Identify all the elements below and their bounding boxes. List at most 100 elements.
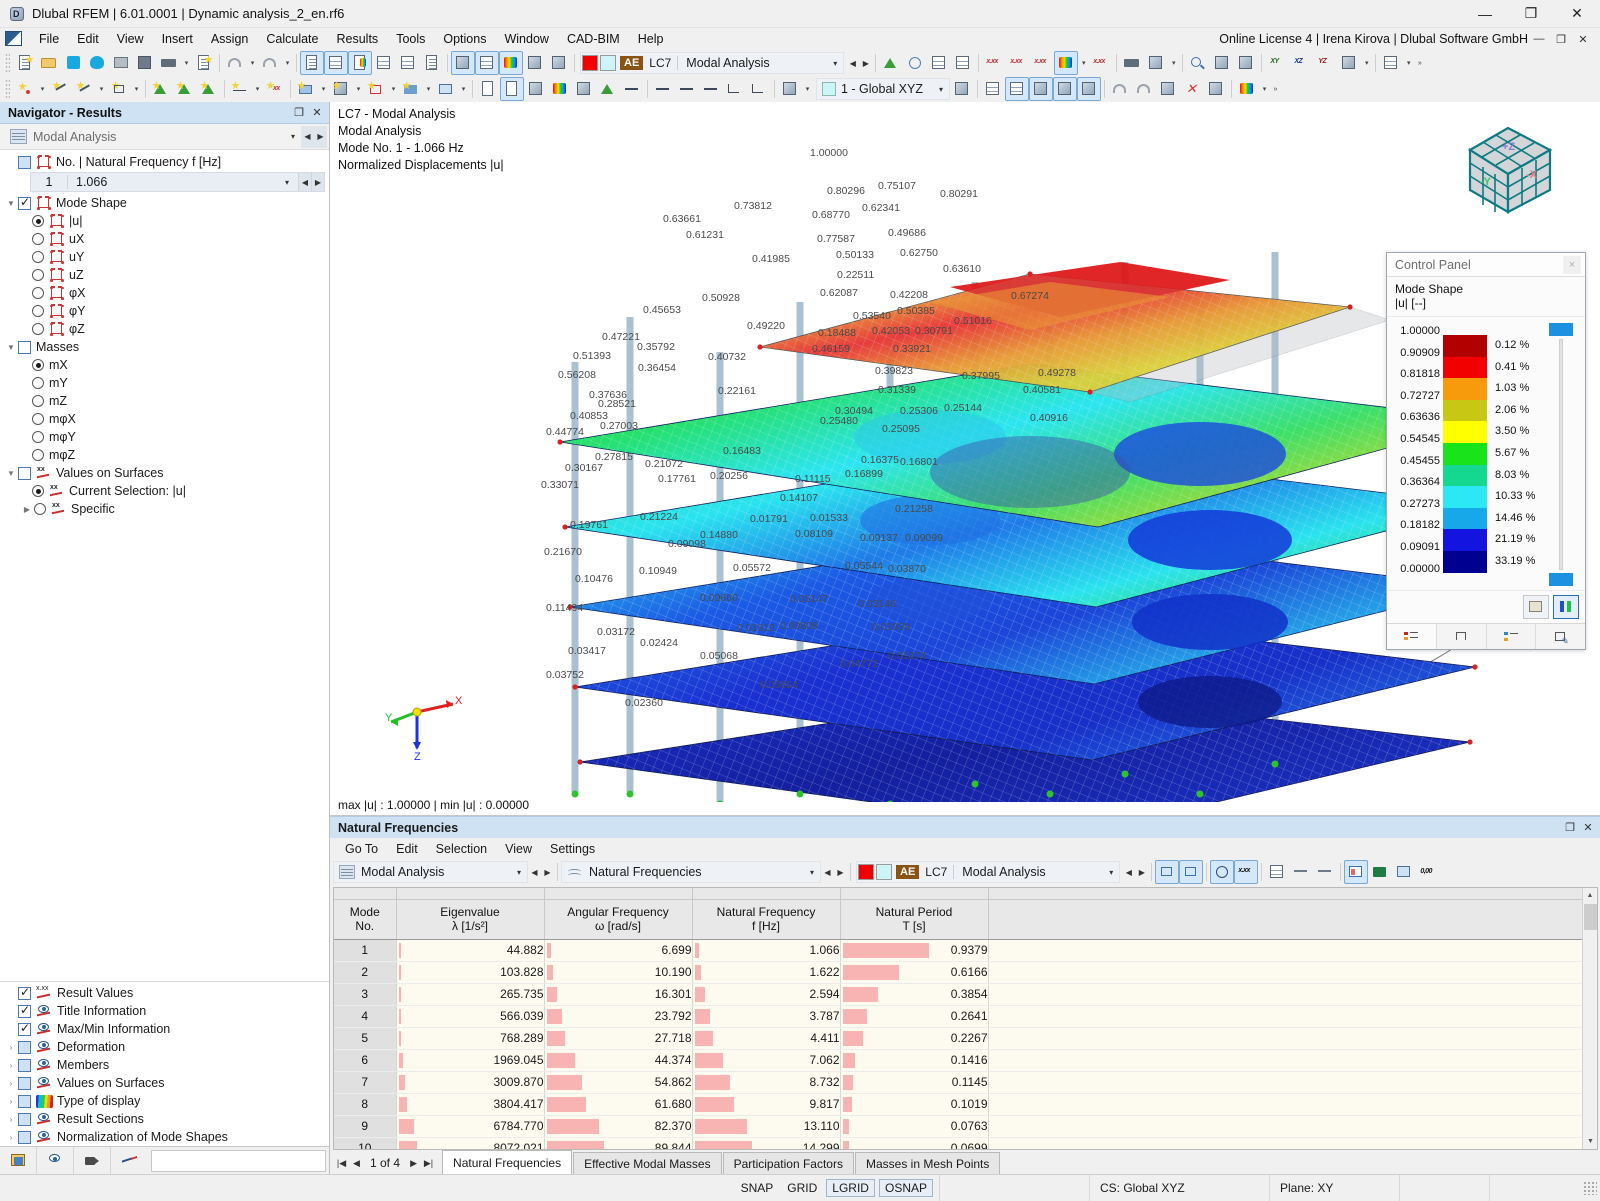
cell-eigenvalue[interactable]: 3804.417 [396,1093,545,1116]
result-values-y-button[interactable]: x.xx [1006,51,1030,75]
view-sections-button[interactable] [547,51,571,75]
table-decimals-button[interactable]: 0,00 [1416,860,1440,884]
cell-natural-period[interactable]: 0.1145 [840,1071,989,1094]
display-expander-icon[interactable]: › [4,1079,18,1088]
control-panel-toggle-button[interactable] [348,51,372,75]
dimension-dropdown-icon[interactable]: ▾ [252,77,263,101]
cell-angular-frequency[interactable]: 27.718 [544,1027,693,1050]
specific-radio[interactable] [34,503,46,515]
tab-effective-modal-masses[interactable]: Effective Modal Masses [573,1152,722,1174]
toolbar-grip[interactable] [5,53,10,73]
legend-swatch[interactable] [1443,529,1487,551]
menu-assign[interactable]: Assign [202,30,258,48]
result-table-button[interactable]: x.xx [1089,51,1113,75]
masses-checkbox[interactable] [18,340,31,354]
print-button[interactable] [157,51,181,75]
tree-item-mode-ux[interactable]: uX [0,230,329,248]
display-expander-icon[interactable]: › [4,1043,18,1052]
cp-tab-filter[interactable] [1487,624,1537,650]
mass-mphix-radio[interactable] [32,413,44,425]
table-scroll-down-button[interactable]: ▼ [1583,1134,1597,1149]
cell-eigenvalue[interactable]: 6784.770 [396,1115,545,1138]
print-dropdown-icon[interactable]: ▾ [181,51,192,75]
new-model-button[interactable] [13,51,37,75]
result-values-x-button[interactable]: x.xx [982,51,1006,75]
close-button[interactable]: ✕ [1554,0,1600,28]
toolbar-grip-2[interactable] [5,79,10,99]
cell-eigenvalue[interactable]: 768.289 [396,1027,545,1050]
cell-natural-frequency[interactable]: 4.411 [692,1027,841,1050]
cell-natural-period[interactable]: 0.6166 [840,961,989,984]
table-analysis-selector[interactable]: Modal Analysis ▾ [333,861,528,883]
fillet-button[interactable] [723,77,747,101]
workplane-button[interactable] [778,77,802,101]
osnap-button[interactable]: OSNAP [878,1178,933,1197]
grid-button[interactable]: GRID [782,1180,822,1196]
col-header-mode[interactable]: Mode No. [334,899,397,940]
pager-last-button[interactable]: ▶| [421,1158,436,1169]
save-button[interactable] [133,51,157,75]
mass-my-radio[interactable] [32,377,44,389]
table-menu-settings[interactable]: Settings [541,840,604,858]
minimize-button[interactable]: — [1462,0,1508,28]
legend-swatch[interactable] [1443,356,1487,379]
table-goto-next-button[interactable] [1179,860,1204,884]
view-xz-button[interactable]: XZ [1289,51,1313,75]
cell-mode-no[interactable]: 7 [334,1071,397,1094]
cell-mode-no[interactable]: 4 [334,1005,397,1028]
menu-results[interactable]: Results [328,30,388,48]
new-node-button[interactable] [13,77,37,101]
lc-chevron-down-icon[interactable]: ▾ [827,59,843,68]
tab-natural-frequencies[interactable]: Natural Frequencies [442,1150,573,1174]
cell-natural-frequency[interactable]: 9.817 [692,1093,841,1116]
tree-item-mass-mphiz[interactable]: mφZ [0,446,329,464]
measure-button[interactable] [1204,77,1228,101]
table-row[interactable]: 7 3009.870 54.862 8.732 0.1145 [334,1071,1597,1094]
table-lc-next-button[interactable]: ▶ [1135,861,1148,883]
legend-swatch[interactable] [1443,507,1487,530]
table-menu-view[interactable]: View [496,840,541,858]
view-iso-button[interactable] [1337,51,1361,75]
table-menu-goto[interactable]: Go To [336,840,387,858]
table-chart-button[interactable] [1344,860,1369,884]
render-dropdown-icon[interactable]: ▾ [1168,51,1179,75]
legend-swatch[interactable] [1443,550,1487,573]
cp-tab-display[interactable]: ✎ [1536,624,1585,649]
display-checkbox[interactable] [18,1040,31,1054]
cell-natural-period[interactable]: 0.1019 [840,1093,989,1116]
cell-eigenvalue[interactable]: 566.039 [396,1005,545,1028]
display-item-max-min-information[interactable]: Max/Min Information [0,1020,329,1038]
settings-dropdown-icon[interactable]: ▾ [1403,51,1414,75]
cell-mode-no[interactable]: 8 [334,1093,397,1116]
table-export-excel-button[interactable] [1368,860,1392,884]
cell-natural-period[interactable]: 0.9379 [840,939,989,962]
tree-item-mode-uz[interactable]: uZ [0,266,329,284]
view-xy-button[interactable]: XY [1265,51,1289,75]
tree-item-natural-frequency[interactable]: No. | Natural Frequency f [Hz] [0,153,329,171]
tree-item-mass-mphiy[interactable]: mφY [0,428,329,446]
display-checkbox[interactable] [18,1112,31,1126]
new-support-button[interactable] [149,77,173,101]
extrude-button[interactable] [596,77,620,101]
legend-color-edit-button[interactable] [1553,595,1579,620]
result-diagram-button[interactable] [951,51,975,75]
cell-eigenvalue[interactable]: 1969.045 [396,1049,545,1072]
new-solid-dropdown-icon[interactable]: ▾ [353,77,364,101]
tree-item-mass-mphix[interactable]: mφX [0,410,329,428]
doc-restore-button[interactable]: ❐ [1550,29,1572,49]
result-values-z-button[interactable]: x.xx [1030,51,1054,75]
mode-ux-radio[interactable] [32,233,44,245]
slider-thumb-lower[interactable] [1549,573,1573,587]
navigator-tab-results-button[interactable] [111,1147,148,1174]
menu-cadbim[interactable]: CAD-BIM [558,30,629,48]
rotate-view-button[interactable] [1108,77,1132,101]
navigator-tab-display-button[interactable] [37,1147,74,1174]
color-scale-button[interactable] [1054,51,1079,75]
control-panel[interactable]: Control Panel × Mode Shape |u| [--] 1.00… [1386,252,1586,651]
view-cube[interactable]: +Z -Y -X [1450,112,1570,222]
view-results-button[interactable] [499,51,523,75]
display-item-result-sections[interactable]: › Result Sections [0,1110,329,1128]
color-scale-dropdown-icon[interactable]: ▾ [1078,51,1089,75]
new-line-button[interactable] [48,77,72,101]
view-loads-button[interactable] [523,51,547,75]
